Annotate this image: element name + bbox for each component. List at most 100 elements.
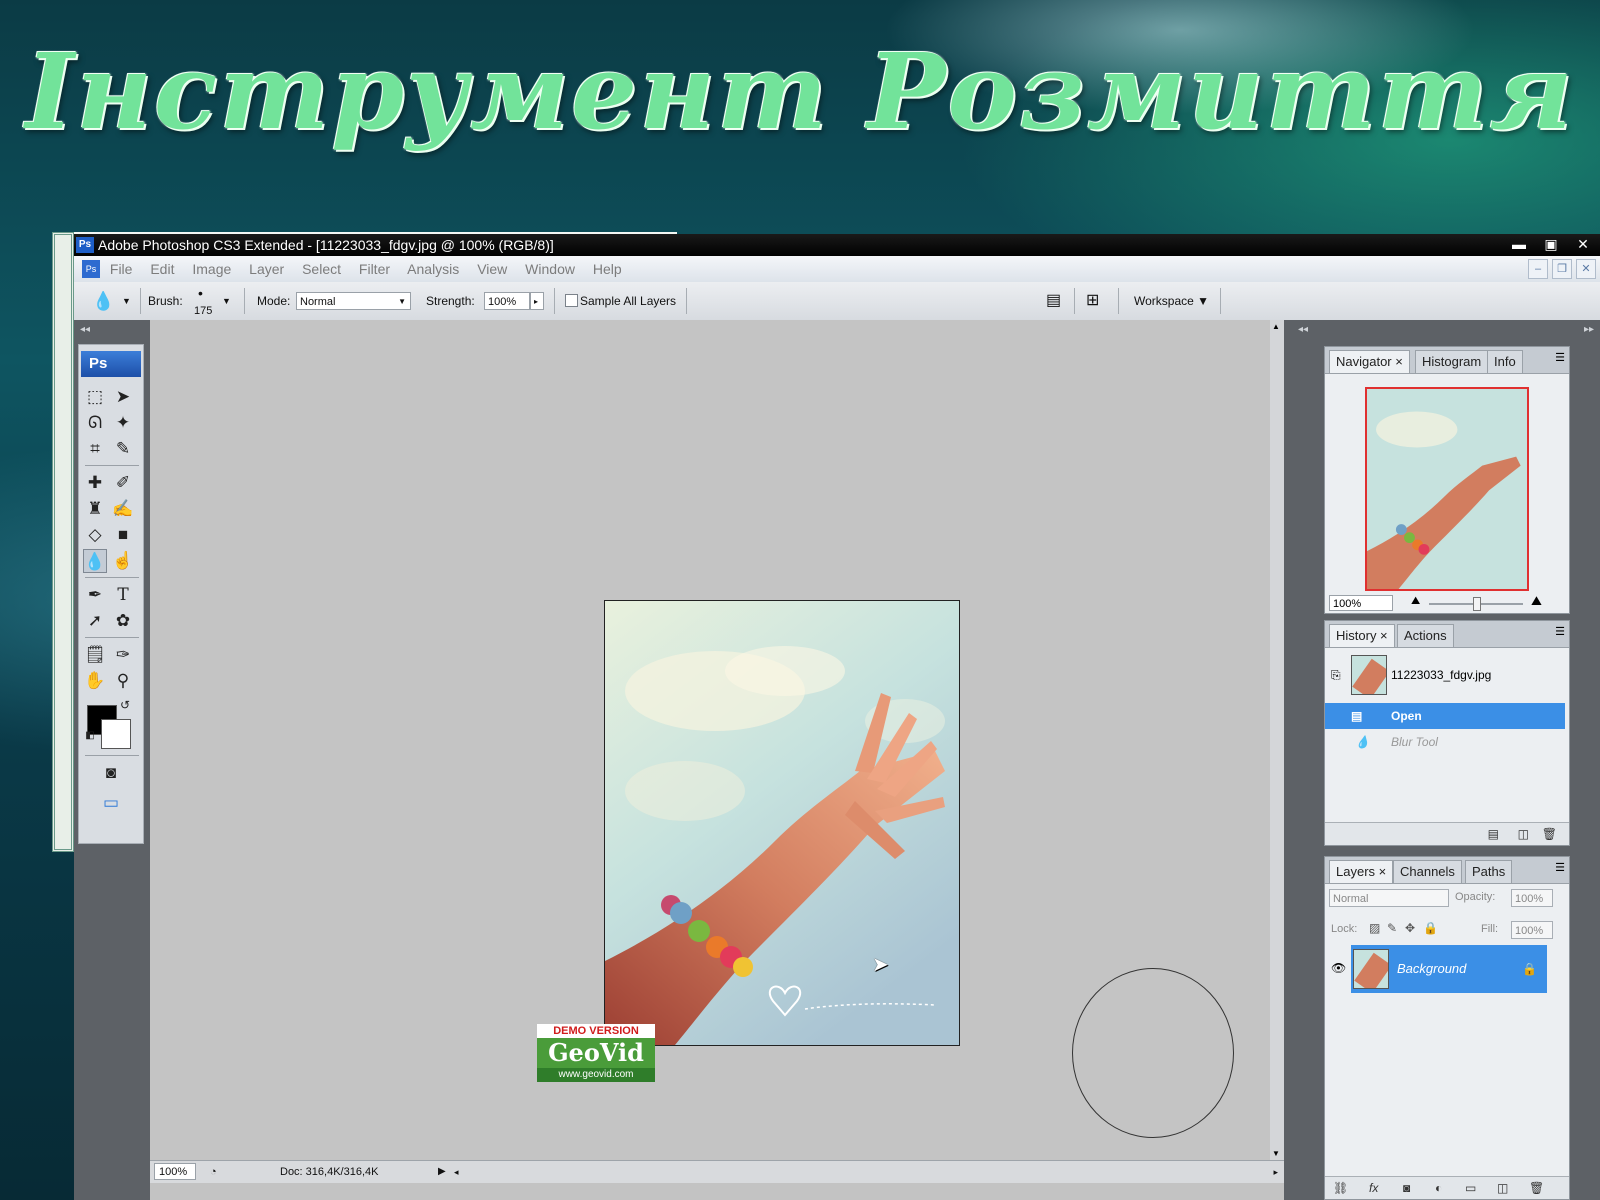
custom-shape-icon[interactable]: ✿	[111, 609, 135, 633]
notes-icon[interactable]: 🗒	[83, 643, 107, 667]
scroll-up-icon[interactable]: ▲	[1272, 322, 1280, 331]
pen-icon[interactable]: ✒	[83, 583, 107, 607]
link-layers-icon[interactable]: ⛓	[1333, 1177, 1348, 1199]
trash-icon[interactable]: 🗑	[1542, 823, 1557, 845]
lock-transparent-icon[interactable]: ▨	[1369, 921, 1380, 935]
maximize-button[interactable]: ▣	[1540, 235, 1562, 253]
path-selection-icon[interactable]: ➚	[83, 609, 107, 633]
layer-mask-icon[interactable]: ◙	[1403, 1177, 1410, 1199]
menu-window[interactable]: Window	[525, 261, 575, 277]
preset-dropdown-icon[interactable]: ▼	[122, 282, 131, 320]
blend-mode-select[interactable]: Normal	[1329, 889, 1449, 907]
tab-info[interactable]: Info	[1487, 350, 1523, 373]
zoom-icon[interactable]: ⚲	[111, 669, 135, 693]
zoom-field[interactable]: 100%	[154, 1163, 196, 1180]
new-group-icon[interactable]: ▭	[1465, 1177, 1476, 1199]
visibility-eye-icon[interactable]: 👁	[1331, 961, 1346, 975]
history-source-icon[interactable]: ⎘	[1331, 653, 1341, 697]
eyedropper-icon[interactable]: ✑	[111, 643, 135, 667]
menu-help[interactable]: Help	[593, 261, 622, 277]
strength-field[interactable]: 100%	[484, 292, 530, 310]
tool-preset-palette-icon[interactable]: ▤	[1046, 282, 1061, 320]
vertical-scrollbar[interactable]: ▲ ▼	[1270, 320, 1284, 1160]
tab-actions[interactable]: Actions	[1397, 624, 1454, 647]
quick-mask-icon[interactable]: ◙	[99, 761, 123, 785]
marquee-icon[interactable]: ⬚	[83, 385, 107, 409]
tab-history[interactable]: History ×	[1329, 624, 1395, 647]
hand-icon[interactable]: ✋	[83, 669, 107, 693]
layer-background[interactable]: Background 🔒	[1351, 945, 1547, 993]
menu-filter[interactable]: Filter	[359, 261, 390, 277]
zoom-in-icon[interactable]: ⛰	[1531, 593, 1542, 609]
menu-file[interactable]: File	[110, 261, 133, 277]
menu-view[interactable]: View	[477, 261, 507, 277]
default-colors-icon[interactable]: ◧	[83, 729, 97, 743]
document-canvas[interactable]: ➤ DEMO VERSION GeoVid www.geovid.com	[150, 320, 1270, 1160]
zoom-slider-handle[interactable]	[1473, 597, 1481, 611]
lock-all-icon[interactable]: 🔒	[1423, 921, 1438, 935]
collapse-left-icon[interactable]: ◂◂	[80, 324, 90, 335]
minimize-button[interactable]: ▬	[1508, 235, 1530, 253]
menu-edit[interactable]: Edit	[150, 261, 174, 277]
menu-select[interactable]: Select	[302, 261, 341, 277]
new-document-icon[interactable]: ▤	[1488, 823, 1499, 845]
history-brush-icon[interactable]: ✍	[111, 497, 135, 521]
collapse-dock-icon[interactable]: ◂◂	[1298, 324, 1308, 335]
brush-icon[interactable]: ✐	[111, 471, 135, 495]
doc-restore-icon[interactable]: ❐	[1552, 259, 1572, 279]
swap-colors-icon[interactable]: ↺	[117, 697, 133, 713]
lasso-icon[interactable]: ᘏ	[83, 411, 107, 435]
document-image[interactable]	[604, 600, 960, 1046]
strength-slider-button[interactable]: ▸	[530, 292, 544, 310]
menu-analysis[interactable]: Analysis	[407, 261, 459, 277]
new-snapshot-icon[interactable]: ◫	[1518, 823, 1529, 845]
lock-position-icon[interactable]: ✥	[1405, 921, 1415, 935]
window-titlebar[interactable]: Ps Adobe Photoshop CS3 Extended - [112230…	[74, 234, 1600, 256]
scroll-down-icon[interactable]: ▼	[1272, 1149, 1280, 1158]
screen-mode-icon[interactable]: ▭	[93, 791, 129, 815]
tab-histogram[interactable]: Histogram	[1415, 350, 1489, 373]
sample-all-layers-checkbox[interactable]	[565, 294, 578, 307]
smudge-icon[interactable]: ☝	[111, 549, 135, 573]
doc-close-icon[interactable]: ✕	[1576, 259, 1596, 279]
move-icon[interactable]: ➤	[111, 385, 135, 409]
gradient-icon[interactable]: ■	[111, 523, 135, 547]
crop-icon[interactable]: ⌗	[83, 437, 107, 461]
magic-wand-icon[interactable]: ✦	[111, 411, 135, 435]
mode-select[interactable]: Normal ▼	[296, 292, 411, 310]
expand-panels-icon[interactable]: ▸▸	[1584, 324, 1594, 335]
doc-minimize-icon[interactable]: –	[1528, 259, 1548, 279]
menu-layer[interactable]: Layer	[249, 261, 284, 277]
hscroll-left-icon[interactable]: ◂	[454, 1161, 459, 1183]
tab-paths[interactable]: Paths	[1465, 860, 1513, 883]
status-icon[interactable]: ◔	[210, 1161, 217, 1183]
history-item-blur[interactable]: 💧 Blur Tool	[1325, 729, 1565, 755]
status-menu-arrow-icon[interactable]: ▶	[438, 1161, 446, 1183]
close-button[interactable]: ✕	[1572, 235, 1594, 253]
panel-menu-icon[interactable]: ☰	[1555, 861, 1565, 874]
clone-stamp-icon[interactable]: ♜	[83, 497, 107, 521]
brush-dropdown-icon[interactable]: ▼	[222, 282, 231, 320]
tab-channels[interactable]: Channels	[1393, 860, 1462, 883]
eraser-icon[interactable]: ◇	[83, 523, 107, 547]
adjustment-layer-icon[interactable]: ◐	[1435, 1177, 1442, 1199]
blur-drop-icon[interactable]: 💧	[83, 549, 107, 573]
history-snapshot[interactable]: ⎘ 11223033_fdgv.jpg	[1325, 653, 1565, 697]
opacity-field[interactable]: 100%	[1511, 889, 1553, 907]
blur-tool-preset-icon[interactable]: 💧	[92, 282, 114, 320]
navigator-zoom-field[interactable]: 100%	[1329, 595, 1393, 611]
zoom-out-icon[interactable]: ⛰	[1411, 595, 1420, 608]
workspace-menu[interactable]: Workspace ▼	[1134, 282, 1209, 320]
tab-navigator[interactable]: Navigator ×	[1329, 350, 1410, 373]
background-color[interactable]	[101, 719, 131, 749]
lock-pixels-icon[interactable]: ✎	[1387, 921, 1397, 935]
layer-style-icon[interactable]: fx	[1369, 1177, 1378, 1199]
fill-field[interactable]: 100%	[1511, 921, 1553, 939]
navigator-thumbnail[interactable]	[1365, 387, 1529, 591]
history-item-open[interactable]: ▤ Open	[1325, 703, 1565, 729]
bridge-icon[interactable]: ⊞	[1086, 282, 1099, 320]
panel-menu-icon[interactable]: ☰	[1555, 625, 1565, 638]
tab-layers[interactable]: Layers ×	[1329, 860, 1394, 883]
delete-layer-icon[interactable]: 🗑	[1529, 1177, 1544, 1199]
slice-icon[interactable]: ✎	[111, 437, 135, 461]
